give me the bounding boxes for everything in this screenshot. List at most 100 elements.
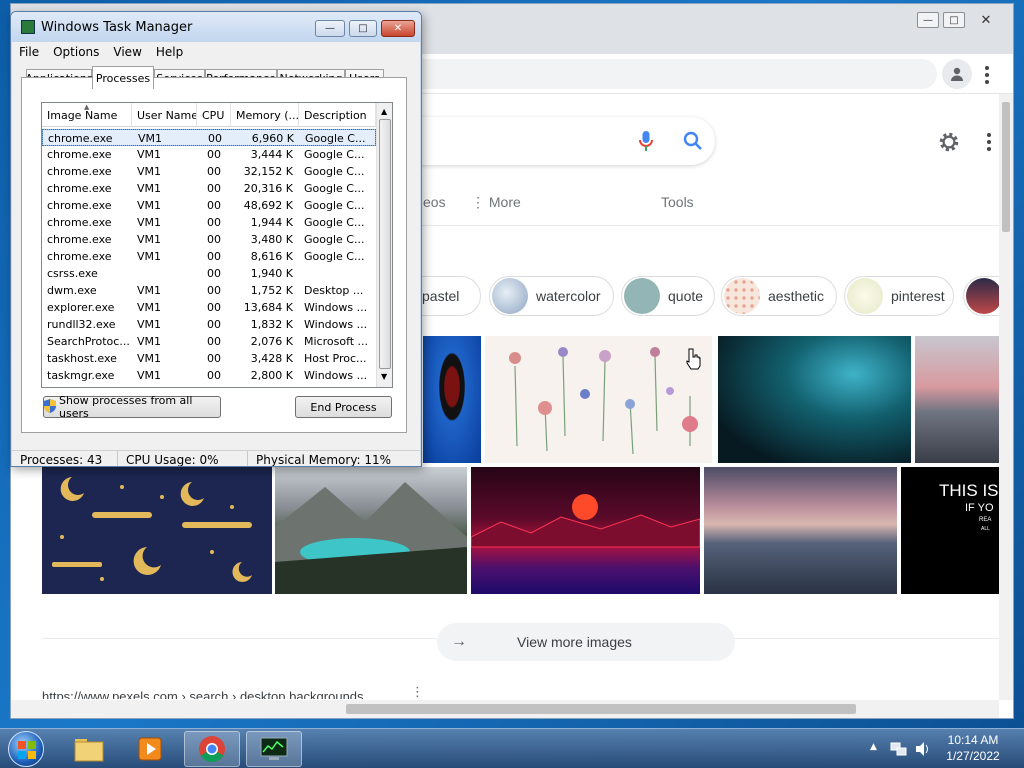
menu-view[interactable]: View <box>106 45 148 59</box>
process-row[interactable]: taskhost.exe VM1 00 3,428 K Host Proc... <box>42 350 376 367</box>
taskbar-media-player[interactable] <box>122 731 178 767</box>
process-row[interactable]: chrome.exe VM1 00 32,152 K Google C... <box>42 163 376 180</box>
apps-menu-icon[interactable] <box>987 133 991 151</box>
cell-cpu: 00 <box>207 301 221 314</box>
cell-name: explorer.exe <box>47 301 115 314</box>
cell-user: VM1 <box>137 199 162 212</box>
start-button[interactable] <box>8 731 44 767</box>
process-row[interactable]: taskmgr.exe VM1 00 2,800 K Windows ... <box>42 367 376 384</box>
menu-options[interactable]: Options <box>46 45 106 59</box>
vertical-scrollbar[interactable] <box>999 94 1013 700</box>
result-menu-icon[interactable]: ⋮ <box>411 686 424 699</box>
process-row[interactable]: chrome.exe VM1 00 20,316 K Google C... <box>42 180 376 197</box>
chrome-menu-icon[interactable] <box>985 66 989 84</box>
menu-help[interactable]: Help <box>149 45 190 59</box>
menu-file[interactable]: File <box>12 45 46 59</box>
maximize-button[interactable]: □ <box>349 20 377 37</box>
taskbar: ▲ 10:14 AM 1/27/2022 <box>0 728 1024 768</box>
chip-pinterest[interactable]: pinterest <box>844 276 954 316</box>
chrome-icon <box>199 736 225 763</box>
tab-more[interactable]: ⋮ More <box>471 194 521 211</box>
process-list[interactable]: Image Name User Name CPU Memory (... Des… <box>41 102 393 388</box>
show-all-processes-button[interactable]: Show processes from all users <box>43 394 221 420</box>
cell-mem: 1,752 K <box>250 284 293 297</box>
end-process-button[interactable]: End Process <box>295 396 392 418</box>
cell-name: chrome.exe <box>47 233 112 246</box>
image-result[interactable]: THIS IS IF YO REA ALL <box>901 467 999 594</box>
tab-processes[interactable]: Processes <box>92 66 154 89</box>
scroll-up-icon[interactable]: ▲ <box>381 107 387 116</box>
process-row[interactable]: dwm.exe VM1 00 1,752 K Desktop ... <box>42 282 376 299</box>
cell-mem: 2,076 K <box>250 335 293 348</box>
image-result[interactable] <box>915 336 999 463</box>
chip-label: pastel <box>422 288 460 304</box>
column-memory[interactable]: Memory (... <box>231 103 299 127</box>
profile-icon[interactable] <box>942 59 972 89</box>
task-manager-titlebar[interactable]: Windows Task Manager — □ ✕ <box>11 12 421 42</box>
minimize-button[interactable]: — <box>917 12 939 28</box>
cell-desc: Google C... <box>304 165 365 178</box>
process-row[interactable]: chrome.exe VM1 00 1,944 K Google C... <box>42 214 376 231</box>
cell-name: chrome.exe <box>47 165 112 178</box>
close-button[interactable]: ✕ <box>381 20 415 37</box>
process-list-scroll-thumb[interactable] <box>379 119 391 369</box>
horizontal-scrollbar[interactable] <box>11 700 999 718</box>
cell-user: VM1 <box>137 318 162 331</box>
process-row[interactable]: rundll32.exe VM1 00 1,832 K Windows ... <box>42 316 376 333</box>
minimize-button[interactable]: — <box>315 20 345 37</box>
process-list-scrollbar[interactable]: ▲ ▼ <box>376 103 392 387</box>
process-row[interactable]: chrome.exe VM1 00 3,480 K Google C... <box>42 231 376 248</box>
vertical-scroll-thumb[interactable] <box>1002 102 1010 232</box>
cell-name: chrome.exe <box>47 250 112 263</box>
close-button[interactable]: ✕ <box>975 12 997 28</box>
microphone-icon[interactable] <box>639 130 653 155</box>
taskbar-task-manager[interactable] <box>246 731 302 767</box>
process-row[interactable]: chrome.exe VM1 00 48,692 K Google C... <box>42 197 376 214</box>
view-more-images-button[interactable]: → View more images <box>437 623 735 661</box>
column-cpu[interactable]: CPU <box>197 103 231 127</box>
process-row[interactable]: chrome.exe VM1 00 6,960 K Google C... <box>42 129 376 146</box>
cell-name: dwm.exe <box>47 284 97 297</box>
taskbar-chrome[interactable] <box>184 731 240 767</box>
chip-aesthetic[interactable]: aesthetic <box>721 276 837 316</box>
chip-label: aesthetic <box>768 288 825 304</box>
image-result[interactable] <box>718 336 911 463</box>
image-result[interactable] <box>704 467 897 594</box>
scroll-down-icon[interactable]: ▼ <box>381 372 387 381</box>
horizontal-scroll-thumb[interactable] <box>346 704 856 714</box>
search-box[interactable] <box>381 117 715 165</box>
taskbar-explorer[interactable] <box>61 731 117 767</box>
image-result[interactable] <box>471 467 700 594</box>
search-icon[interactable] <box>683 131 703 154</box>
chip-quote[interactable]: quote <box>621 276 715 316</box>
column-description[interactable]: Description <box>299 103 376 127</box>
network-icon[interactable] <box>890 740 908 761</box>
show-hidden-icons-icon[interactable]: ▲ <box>870 742 877 752</box>
process-row[interactable]: SearchProtoc... VM1 00 2,076 K Microsoft ... <box>42 333 376 350</box>
cell-desc: Google C... <box>304 233 365 246</box>
tab-videos[interactable]: eos <box>423 194 446 210</box>
column-label: CPU <box>202 109 225 122</box>
process-row[interactable]: explorer.exe VM1 00 13,684 K Windows ... <box>42 299 376 316</box>
cell-user: VM1 <box>137 182 162 195</box>
tab-tools[interactable]: Tools <box>661 194 694 210</box>
cell-user: VM1 <box>137 165 162 178</box>
image-result[interactable] <box>485 336 712 463</box>
column-user-name[interactable]: User Name <box>132 103 197 127</box>
image-result[interactable] <box>42 467 272 594</box>
system-clock[interactable]: 10:14 AM 1/27/2022 <box>935 732 1011 764</box>
chip-next[interactable] <box>963 276 1003 316</box>
settings-gear-icon[interactable] <box>937 130 961 157</box>
cell-name: taskhost.exe <box>47 352 117 365</box>
process-row[interactable]: chrome.exe VM1 00 3,444 K Google C... <box>42 146 376 163</box>
cell-user: VM1 <box>137 352 162 365</box>
image-result[interactable] <box>275 467 467 594</box>
image-result[interactable] <box>423 336 481 463</box>
chip-watercolor[interactable]: watercolor <box>489 276 614 316</box>
tabs-divider <box>411 225 999 226</box>
process-row[interactable]: chrome.exe VM1 00 8,616 K Google C... <box>42 248 376 265</box>
maximize-button[interactable]: □ <box>943 12 965 28</box>
volume-icon[interactable] <box>914 740 932 761</box>
process-row[interactable]: csrss.exe 00 1,940 K <box>42 265 376 282</box>
result-url[interactable]: https://www.pexels.com › search › deskto… <box>42 686 402 699</box>
